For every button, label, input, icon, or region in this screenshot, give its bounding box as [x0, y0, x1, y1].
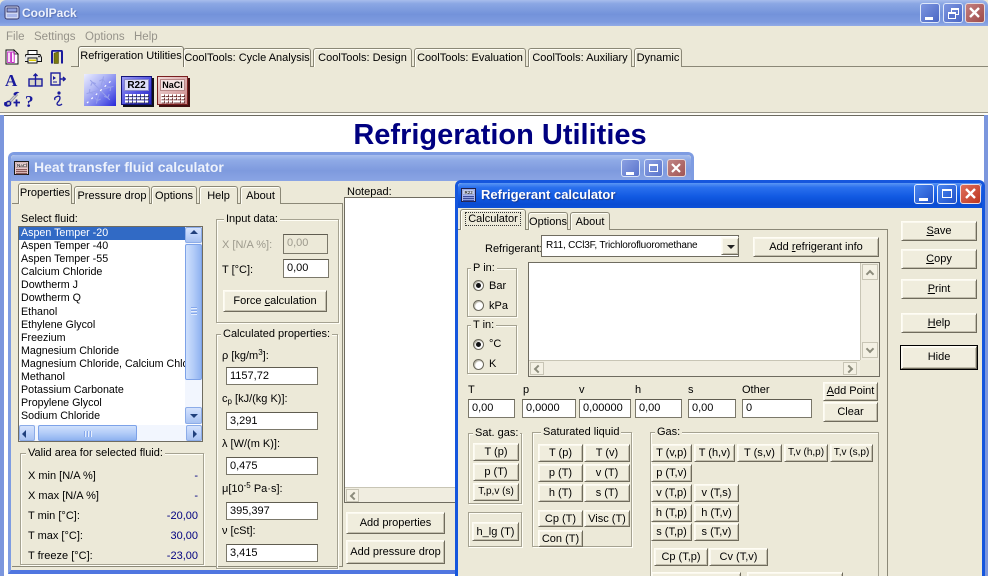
- svg-text:NaCl: NaCl: [17, 163, 27, 168]
- svg-text:R22: R22: [465, 190, 474, 195]
